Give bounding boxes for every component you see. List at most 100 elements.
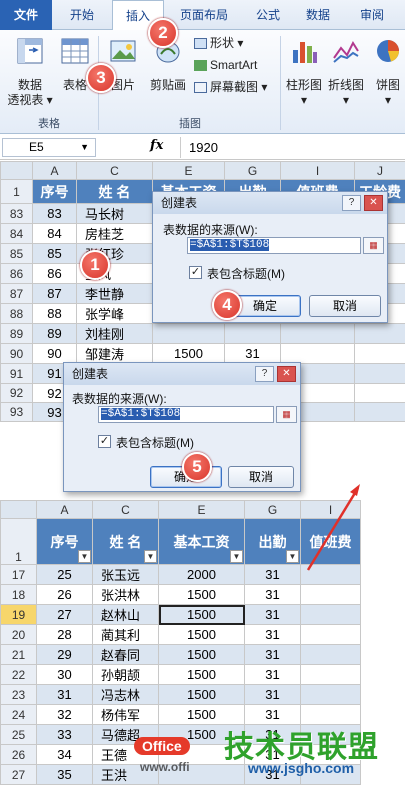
table-header-cell[interactable]: 姓 名 [77, 180, 153, 204]
row-header[interactable]: 87 [1, 284, 33, 304]
table-cell[interactable]: 1500 [159, 605, 245, 625]
has-headers-checkbox[interactable]: ✓ [98, 435, 111, 448]
table-cell[interactable] [301, 625, 361, 645]
column-header[interactable]: G [245, 501, 301, 519]
table-cell[interactable]: 2000 [159, 565, 245, 585]
table-cell[interactable]: 孙朝颉 [93, 665, 159, 685]
table-cell[interactable] [355, 324, 405, 344]
table-cell[interactable]: 1500 [153, 344, 225, 364]
table-cell[interactable]: 31 [245, 605, 301, 625]
table-cell[interactable]: 25 [37, 565, 93, 585]
table-cell[interactable]: 1500 [159, 645, 245, 665]
table-cell[interactable]: 34 [37, 745, 93, 765]
table-cell[interactable] [301, 605, 361, 625]
table-cell[interactable]: 1500 [159, 665, 245, 685]
table-cell[interactable]: 28 [37, 625, 93, 645]
table-cell[interactable]: 87 [33, 284, 77, 304]
table-cell[interactable]: 31 [245, 685, 301, 705]
cancel-button[interactable]: 取消 [228, 466, 294, 488]
row-header[interactable]: 83 [1, 204, 33, 224]
row-header[interactable]: 22 [1, 665, 37, 685]
pivot-table-button[interactable]: 数据 透视表 ▾ [4, 36, 56, 108]
help-button[interactable]: ? [342, 195, 361, 211]
table-cell[interactable]: 张玉远 [93, 565, 159, 585]
row-header[interactable]: 86 [1, 264, 33, 284]
row-header[interactable]: 92 [1, 384, 33, 403]
row-header[interactable]: 93 [1, 403, 33, 422]
table-cell[interactable]: 冯志林 [93, 685, 159, 705]
table-cell[interactable] [153, 324, 225, 344]
table-cell[interactable]: 刘桂刚 [77, 324, 153, 344]
tab-data[interactable]: 数据 [296, 0, 340, 30]
table-cell[interactable]: 88 [33, 304, 77, 324]
table-cell[interactable] [301, 665, 361, 685]
table-cell[interactable] [355, 384, 405, 403]
tab-formulas[interactable]: 公式 [246, 0, 290, 30]
bar-chart-button[interactable]: 柱形图 ▾ [284, 36, 324, 108]
table-cell[interactable]: 89 [33, 324, 77, 344]
row-header[interactable]: 89 [1, 324, 33, 344]
table-cell[interactable]: 李世静 [77, 284, 153, 304]
table-cell[interactable]: 1500 [159, 625, 245, 645]
source-range-input[interactable]: =$A$1:$T$108 [98, 406, 274, 423]
table-cell[interactable]: 房桂芝 [77, 224, 153, 244]
row-header[interactable]: 26 [1, 745, 37, 765]
corner-cell[interactable] [1, 162, 33, 180]
table-header-cell[interactable]: 序号▼ [37, 519, 93, 565]
row-header[interactable]: 24 [1, 705, 37, 725]
column-header[interactable]: A [33, 162, 77, 180]
table-cell[interactable]: 张洪林 [93, 585, 159, 605]
source-range-input[interactable]: =$A$1:$T$108 [187, 237, 361, 254]
cancel-button[interactable]: 取消 [309, 295, 381, 317]
table-cell[interactable]: 31 [37, 685, 93, 705]
row-header[interactable]: 21 [1, 645, 37, 665]
table-cell[interactable] [355, 403, 405, 422]
corner-cell[interactable] [1, 501, 37, 519]
column-header[interactable]: E [159, 501, 245, 519]
row-header[interactable]: 84 [1, 224, 33, 244]
table-cell[interactable]: 90 [33, 344, 77, 364]
smartart-button[interactable]: SmartArt [194, 58, 272, 73]
column-header[interactable]: J [355, 162, 405, 180]
row-header[interactable]: 88 [1, 304, 33, 324]
filter-dropdown-icon[interactable]: ▼ [286, 550, 299, 563]
table-cell[interactable]: 邹建涛 [77, 344, 153, 364]
row-header[interactable]: 1 [1, 519, 37, 565]
table-header-cell[interactable]: 出勤▼ [245, 519, 301, 565]
tab-page-layout[interactable]: 页面布局 [168, 0, 240, 30]
row-header[interactable]: 90 [1, 344, 33, 364]
column-header[interactable]: E [153, 162, 225, 180]
table-cell[interactable]: 29 [37, 645, 93, 665]
shapes-button[interactable]: 形状 ▾ [194, 36, 264, 51]
range-select-icon[interactable]: ▦ [276, 406, 297, 423]
table-cell[interactable]: 31 [245, 665, 301, 685]
close-button[interactable]: ✕ [277, 366, 296, 382]
table-cell[interactable]: 26 [37, 585, 93, 605]
tab-review[interactable]: 审阅 [350, 0, 394, 30]
row-header[interactable]: 27 [1, 765, 37, 785]
table-header-cell[interactable]: 序号 [33, 180, 77, 204]
table-cell[interactable]: 1500 [159, 585, 245, 605]
has-headers-checkbox[interactable]: ✓ [189, 266, 202, 279]
table-cell[interactable]: 31 [245, 565, 301, 585]
filter-dropdown-icon[interactable]: ▼ [230, 550, 243, 563]
table-cell[interactable] [301, 645, 361, 665]
table-cell[interactable]: 83 [33, 204, 77, 224]
filter-dropdown-icon[interactable]: ▼ [78, 550, 91, 563]
table-cell[interactable]: 85 [33, 244, 77, 264]
close-button[interactable]: ✕ [364, 195, 383, 211]
table-cell[interactable]: 马长树 [77, 204, 153, 224]
row-header[interactable]: 25 [1, 725, 37, 745]
table-cell[interactable] [281, 324, 355, 344]
table-cell[interactable]: 1500 [159, 685, 245, 705]
table-cell[interactable]: 31 [245, 645, 301, 665]
table-cell[interactable]: 赵春同 [93, 645, 159, 665]
table-cell[interactable]: 赵林山 [93, 605, 159, 625]
fx-icon[interactable]: fx [150, 138, 163, 153]
column-header[interactable]: C [77, 162, 153, 180]
row-header[interactable]: 85 [1, 244, 33, 264]
screenshot-button[interactable]: 屏幕截图 ▾ [194, 80, 274, 95]
row-header[interactable]: 23 [1, 685, 37, 705]
table-cell[interactable]: 84 [33, 224, 77, 244]
row-header[interactable]: 17 [1, 565, 37, 585]
